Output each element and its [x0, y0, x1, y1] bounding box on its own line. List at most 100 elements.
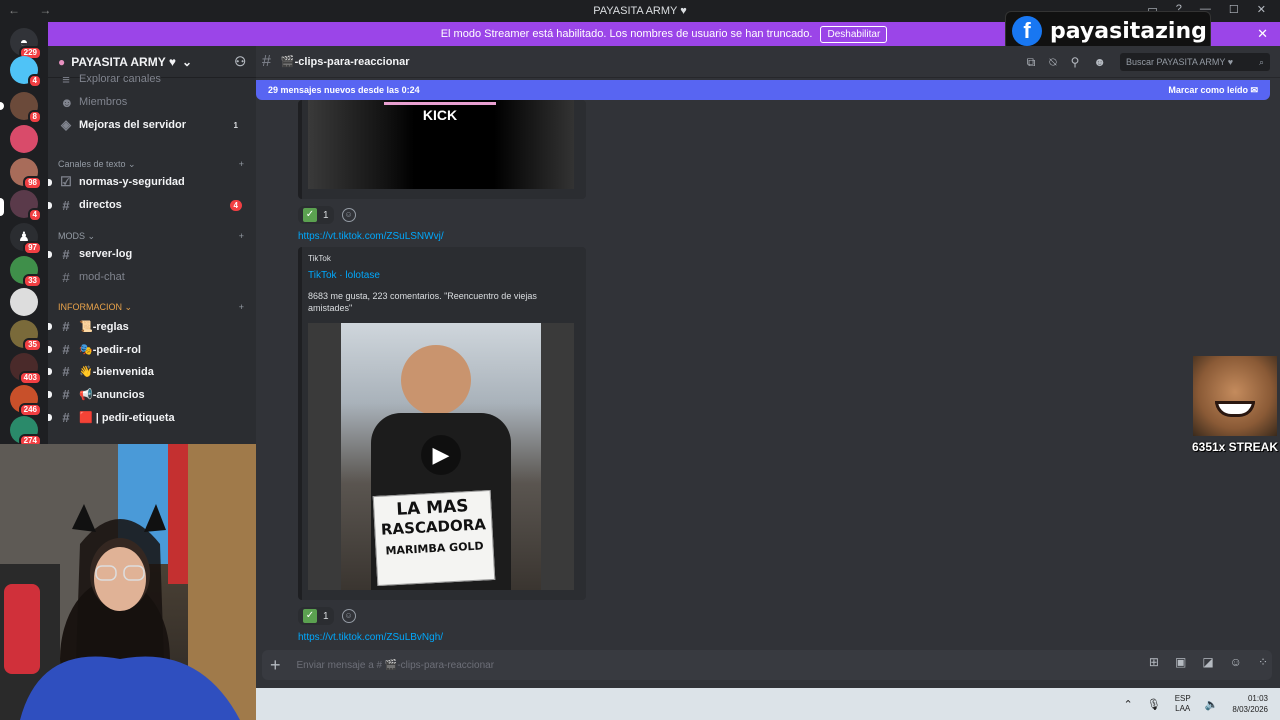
direct-messages-icon[interactable]: ◓ 229 — [10, 28, 42, 60]
channel-label: server-log — [79, 248, 133, 260]
unread-dot — [48, 202, 52, 209]
gift-icon[interactable]: ⊞ — [1149, 655, 1159, 669]
members-item[interactable]: ☻ Miembros — [56, 91, 248, 113]
reaction-check[interactable]: ✓ 1 — [298, 206, 334, 224]
add-channel-icon[interactable]: + — [239, 302, 244, 313]
message-placeholder: Enviar mensaje a # 🎬-clips-para-reaccion… — [296, 659, 495, 671]
laughing-face-image — [1193, 356, 1277, 436]
channel-bienvenida[interactable]: # 👋-bienvenida — [56, 360, 248, 382]
selected-pip — [0, 198, 4, 216]
channel-label: directos — [79, 199, 122, 211]
item-label: Miembros — [79, 96, 128, 108]
category-label: Canales de texto — [58, 159, 126, 169]
item-label: Explorar canales — [79, 73, 161, 85]
tiktok-embed: TikTok TikTok · lolotase 8683 me gusta, … — [298, 247, 586, 600]
add-reaction-icon[interactable]: ☺ — [341, 208, 356, 222]
attach-plus-icon[interactable]: + — [270, 655, 281, 676]
server-icon[interactable]: 33 — [10, 256, 42, 288]
boost-icon: ◈ — [61, 117, 71, 132]
hash-icon: # — [62, 197, 70, 213]
reaction-check[interactable]: ✓ 1 — [298, 607, 334, 625]
server-icon[interactable]: 274 — [10, 416, 42, 448]
category-label: MODS — [58, 231, 85, 241]
category-text-channels[interactable]: Canales de texto ⌄ + — [58, 159, 244, 170]
server-badge: 246 — [18, 403, 42, 417]
clock[interactable]: 01:03 8/03/2026 — [1232, 693, 1268, 715]
server-icon[interactable]: ♟ 97 — [10, 223, 42, 255]
item-label: Mejoras del servidor — [79, 119, 186, 131]
members-list-icon[interactable]: ☻ — [1093, 55, 1106, 69]
microphone-icon[interactable]: 🎙 — [1147, 698, 1161, 711]
server-icon[interactable]: 35 — [10, 320, 42, 352]
sign-line-3: MARIMBA GOLD — [385, 539, 484, 558]
embed-title[interactable]: TikTok · lolotase — [308, 270, 380, 281]
server-badge: 403 — [18, 371, 42, 385]
channel-directos[interactable]: # directos 4 — [56, 194, 248, 216]
explore-channels[interactable]: ≡ Explorar canales — [56, 68, 248, 90]
server-rail: ◓ 229 4 8 98 4 ♟ 97 33 35 403 246 274 — [0, 22, 48, 448]
emoji-icon[interactable]: ☺ — [1230, 655, 1242, 669]
close-banner-icon[interactable]: ✕ — [1257, 26, 1268, 42]
message-composer: + Enviar mensaje a # 🎬-clips-para-reacci… — [256, 648, 1280, 688]
window-title: PAYASITA ARMY ♥ — [593, 5, 687, 17]
pin-icon[interactable]: ⚲ — [1071, 55, 1080, 69]
unread-dot — [48, 368, 52, 375]
add-channel-icon[interactable]: + — [239, 231, 244, 242]
server-icon[interactable] — [10, 288, 38, 316]
server-boost-item[interactable]: ◈ Mejoras del servidor 1 — [56, 114, 248, 136]
channel-reglas[interactable]: # 📜-reglas — [56, 315, 248, 337]
channel-normas[interactable]: ☑ normas-y-seguridad — [56, 171, 248, 193]
list-icon: ≡ — [62, 71, 70, 87]
server-icon[interactable]: 4 — [10, 190, 42, 222]
close-window-icon[interactable]: ✕ — [1257, 3, 1266, 16]
gif-icon[interactable]: ▣ — [1175, 655, 1186, 669]
server-icon[interactable]: 403 — [10, 353, 42, 385]
face-mouth — [1215, 401, 1255, 417]
unread-dot — [48, 323, 52, 330]
maximize-icon[interactable]: ☐ — [1229, 3, 1239, 16]
channel-server-log[interactable]: # server-log — [56, 243, 248, 265]
language-indicator[interactable]: ESP LAA — [1175, 694, 1191, 714]
check-icon: ✓ — [303, 609, 317, 623]
category-mods[interactable]: MODS ⌄ + — [58, 231, 244, 242]
volume-icon[interactable]: 🔈 — [1205, 698, 1219, 711]
server-icon[interactable]: 98 — [10, 158, 42, 190]
channel-anuncios[interactable]: # 📢-anuncios — [56, 383, 248, 405]
server-badge: 4 — [27, 74, 42, 88]
channel-pedir-rol[interactable]: # 🎭-pedir-rol — [56, 338, 248, 360]
category-informacion[interactable]: INFORMACION ⌄ + — [58, 302, 244, 313]
video-preview[interactable]: LA MAS RASCADORA MARIMBA GOLD ▶ — [308, 323, 574, 590]
channel-title: 🎬-clips-para-reaccionar — [280, 56, 410, 68]
new-messages-bar[interactable]: 29 mensajes nuevos desde las 0:24 Marcar… — [256, 80, 1270, 100]
search-input[interactable]: Buscar PAYASITA ARMY ♥ ⌕ — [1120, 53, 1270, 71]
streamer-mode-text: El modo Streamer está habilitado. Los no… — [440, 28, 813, 40]
count-badge: 1 — [233, 120, 238, 130]
disable-streamer-button[interactable]: Deshabilitar — [820, 25, 888, 43]
channel-mod-chat[interactable]: # mod-chat — [56, 266, 248, 288]
search-placeholder: Buscar PAYASITA ARMY ♥ — [1126, 57, 1234, 67]
message-input[interactable]: + Enviar mensaje a # 🎬-clips-para-reacci… — [262, 650, 1272, 680]
server-icon[interactable] — [10, 125, 38, 153]
server-badge: 8 — [27, 110, 42, 124]
mute-bell-icon[interactable]: ⍉ — [1049, 55, 1056, 70]
apps-icon[interactable]: ⁘ — [1258, 655, 1268, 669]
server-icon[interactable]: 8 — [10, 92, 42, 124]
server-icon[interactable]: 246 — [10, 385, 42, 417]
tiktok-link[interactable]: https://vt.tiktok.com/ZSuLSNWvj/ — [298, 231, 444, 242]
nav-arrows[interactable]: ← → — [8, 3, 59, 17]
play-icon[interactable]: ▶ — [421, 435, 461, 475]
chevron-down-icon: ⌄ — [181, 54, 193, 69]
header-tools: ⧉ ⍉ ⚲ ☻ Buscar PAYASITA ARMY ♥ ⌕ — [1027, 53, 1270, 71]
add-channel-icon[interactable]: + — [239, 159, 244, 170]
add-reaction-icon[interactable]: ☺ — [341, 609, 356, 623]
sticker-icon[interactable]: ◪ — [1202, 655, 1213, 669]
mark-read-button[interactable]: Marcar como leído ✉ — [1168, 85, 1258, 96]
channel-label: 📜-reglas — [79, 320, 129, 333]
video-thumbnail[interactable]: KICK — [308, 100, 574, 189]
mention-badge: 4 — [229, 199, 242, 211]
channel-pedir-etiqueta[interactable]: # 🟥 | pedir-etiqueta — [56, 406, 248, 428]
server-icon[interactable]: 4 — [10, 56, 42, 88]
threads-icon[interactable]: ⧉ — [1027, 55, 1036, 70]
tray-chevron-icon[interactable]: ⌃ — [1124, 698, 1133, 711]
tiktok-link[interactable]: https://vt.tiktok.com/ZSuLBvNgh/ — [298, 632, 443, 643]
